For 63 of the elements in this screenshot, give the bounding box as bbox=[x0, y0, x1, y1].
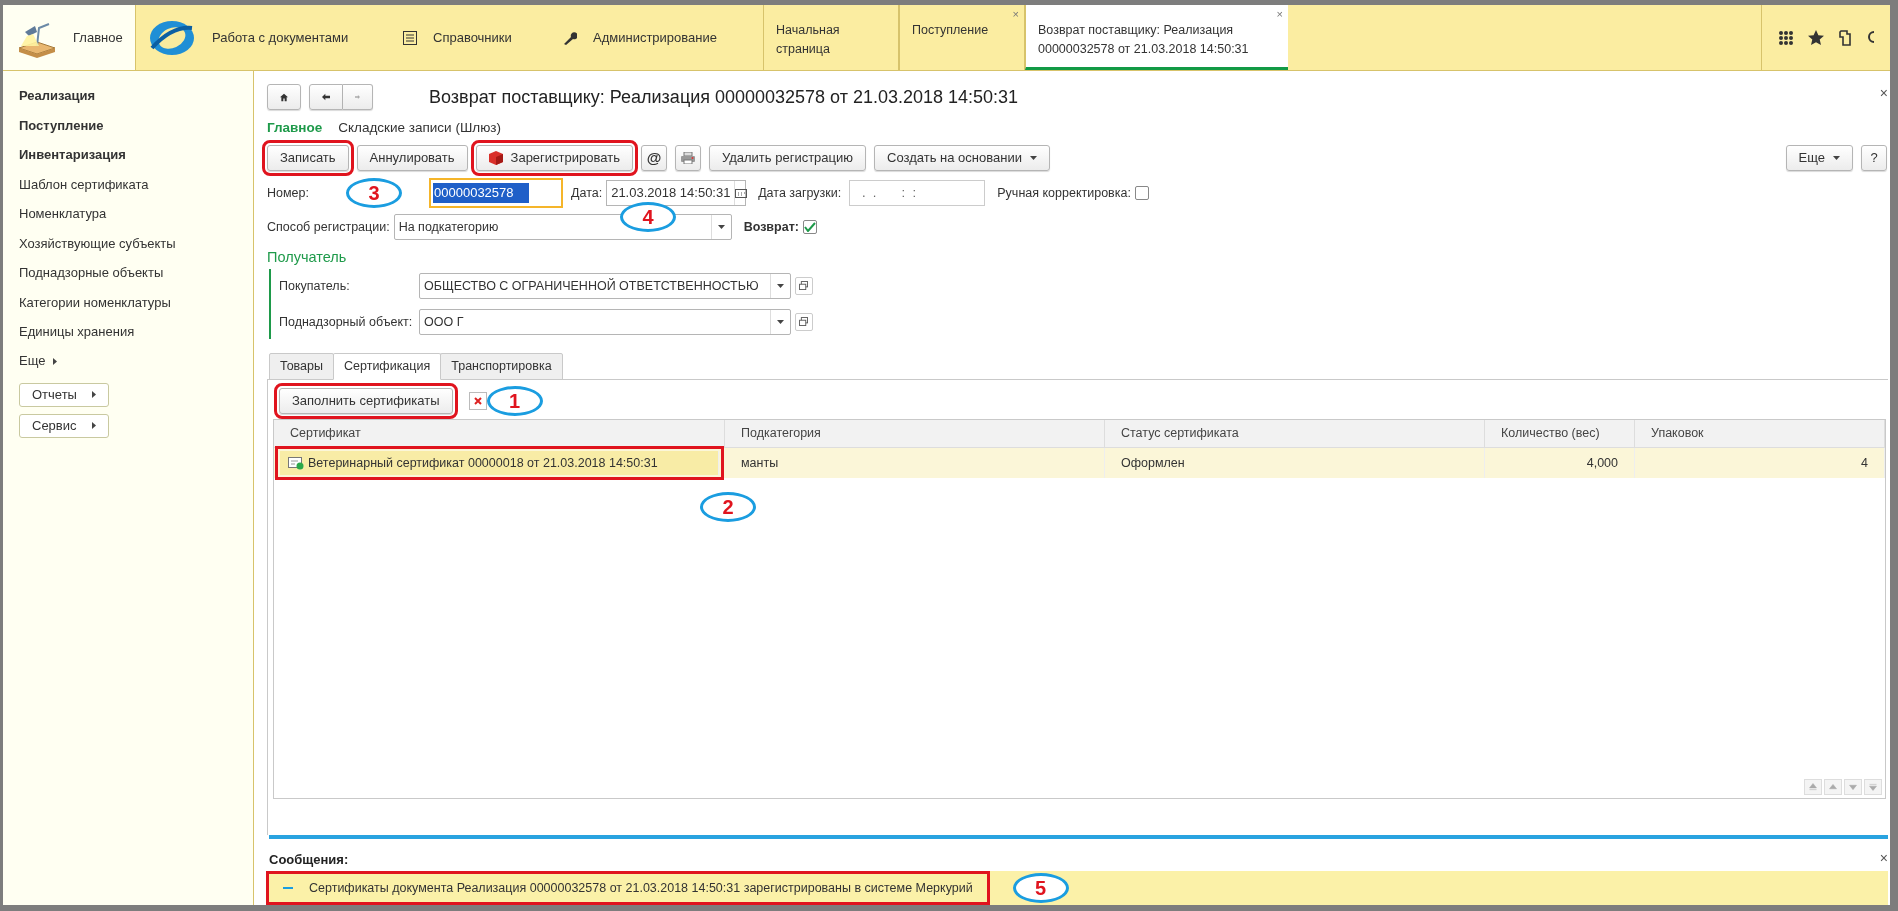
open-tab[interactable]: Начальная страница bbox=[763, 5, 899, 70]
field-label: Ручная корректировка: bbox=[997, 184, 1131, 202]
form-nav-tab[interactable]: Складские записи (Шлюз) bbox=[338, 117, 501, 139]
form-nav-tab[interactable]: Главное bbox=[267, 117, 323, 139]
table-cell: Оформлен bbox=[1105, 448, 1485, 478]
message-text: Сертификаты документа Реализация 00000032578 от 21.03.2018 14:50:31 зарегистрированы в системе Меркурий bbox=[309, 879, 973, 897]
sidebar-item[interactable]: Категории номенклатуры bbox=[19, 287, 253, 317]
callout-number: 1 bbox=[486, 386, 543, 416]
close-icon[interactable]: × bbox=[1276, 6, 1283, 23]
sidebar-button[interactable]: Сервис bbox=[19, 413, 109, 438]
close-icon[interactable]: × bbox=[1879, 83, 1888, 104]
sidebar-item[interactable]: Шаблон сертификата bbox=[19, 169, 253, 199]
email-button[interactable]: @ bbox=[640, 145, 667, 171]
date-field[interactable]: 21.03.2018 14:50:31 bbox=[606, 180, 747, 206]
field-label: Дата загрузки: bbox=[758, 184, 842, 202]
sidebar-item[interactable]: Инвентаризация bbox=[19, 140, 253, 170]
close-icon[interactable]: × bbox=[1879, 848, 1888, 869]
group-title: Получатель bbox=[267, 248, 348, 268]
section-tab[interactable]: Работа с документами bbox=[136, 5, 391, 70]
field-label: Поднадзорный объект: bbox=[279, 313, 414, 331]
help-button[interactable]: ? bbox=[1861, 145, 1887, 171]
open-tab[interactable]: Возврат поставщику: Реализация 00000032578 от 21.03.2018 14:50:31 × bbox=[1025, 5, 1288, 70]
table-cell: манты bbox=[725, 448, 1105, 478]
sidebar-item[interactable]: Реализация bbox=[19, 81, 253, 111]
column-header[interactable]: Подкатегория bbox=[725, 420, 1105, 447]
tab[interactable]: Сертификация bbox=[333, 353, 442, 380]
sidebar-item[interactable]: Единицы хранения bbox=[19, 317, 253, 347]
field-label: Дата: bbox=[571, 184, 603, 202]
close-icon[interactable]: × bbox=[1012, 6, 1019, 23]
field-label: Номер: bbox=[267, 184, 310, 202]
field-label: Способ регистрации: bbox=[267, 218, 390, 236]
field-label: Возврат: bbox=[743, 218, 799, 236]
field-label: Покупатель: bbox=[279, 277, 351, 295]
callout-number: 5 bbox=[1012, 873, 1069, 903]
section-tab[interactable]: Главное bbox=[3, 5, 136, 70]
number-field[interactable]: 00000032578 bbox=[429, 178, 563, 208]
section-tab[interactable]: Справочники bbox=[391, 5, 551, 70]
column-header[interactable]: Количество (вес) bbox=[1485, 420, 1635, 447]
table-row[interactable]: Ветеринарный сертификат 00000018 от 21.03.2018 14:50:31 манты Оформлен 4,000 4 bbox=[274, 448, 1885, 478]
column-header[interactable]: Статус сертификата bbox=[1105, 420, 1485, 447]
callout-number: 2 bbox=[700, 492, 756, 522]
section-tab[interactable]: Администрирование bbox=[551, 5, 763, 70]
sidebar-item[interactable]: Номенклатура bbox=[19, 199, 253, 229]
sidebar-item[interactable]: Поступление bbox=[19, 110, 253, 140]
form-title: Возврат поставщику: Реализация 00000032578 от 21.03.2018 14:50:31 bbox=[429, 85, 1019, 109]
tab[interactable]: Транспортировка bbox=[440, 353, 563, 380]
recipient-dropdown[interactable]: ОБЩЕСТВО С ОГРАНИЧЕННОЙ ОТВЕТСТВЕННОСТЬЮ bbox=[419, 273, 791, 299]
sidebar-button[interactable]: Отчеты bbox=[19, 382, 109, 407]
sidebar-item[interactable]: Поднадзорные объекты bbox=[19, 258, 253, 288]
table-cell: 4 bbox=[1635, 448, 1885, 478]
toolbar-button[interactable]: Аннулировать bbox=[356, 145, 468, 171]
sidebar-item[interactable]: Хозяйствующие субъекты bbox=[19, 228, 253, 258]
callout-number: 3 bbox=[346, 178, 402, 208]
recipient-dropdown[interactable]: ООО Г bbox=[419, 309, 791, 335]
toolbar-button[interactable]: Удалить регистрацию bbox=[708, 145, 867, 171]
column-header[interactable]: Упаковок bbox=[1635, 420, 1885, 447]
tab[interactable]: Товары bbox=[269, 353, 334, 380]
table-cell: 4,000 bbox=[1485, 448, 1635, 478]
dropdown-button[interactable]: Создать на основании bbox=[874, 145, 1050, 171]
more-link[interactable]: Еще bbox=[19, 346, 253, 376]
messages-title: Сообщения: bbox=[269, 850, 349, 869]
load-date-field[interactable]: . . : : bbox=[849, 180, 986, 206]
more-button[interactable]: Еще bbox=[1785, 145, 1853, 171]
